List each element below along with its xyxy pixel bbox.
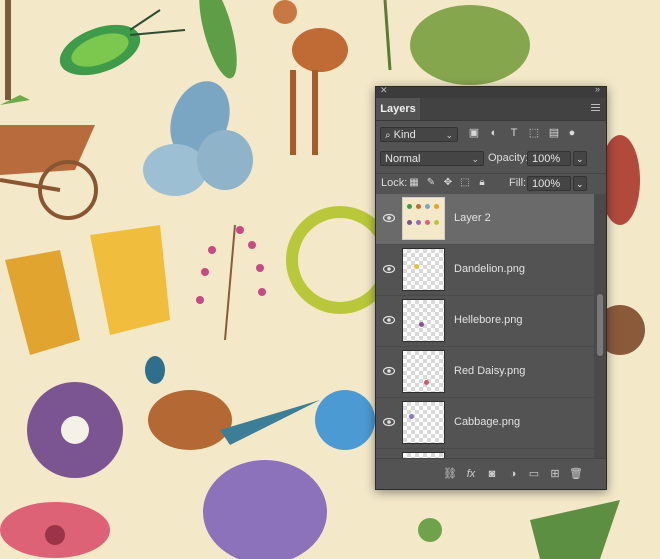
layers-panel: ✕ » Layers ⌕ Kind ⌄ ▣ ◐ T ⬚ ▤ ● Normal ⌄…	[375, 84, 607, 490]
opacity-label: Opacity:	[488, 152, 529, 164]
layer-name: Dandelion.png	[454, 263, 525, 275]
layer-name: Cabbage.png	[454, 416, 521, 428]
scrollbar-thumb[interactable]	[597, 294, 603, 356]
visibility-eye-icon[interactable]	[383, 315, 395, 325]
layer-row[interactable]: Layer 2	[376, 194, 594, 245]
new-layer-icon[interactable]: ⊞	[548, 467, 562, 481]
blend-mode-select[interactable]: Normal ⌄	[380, 151, 484, 166]
visibility-eye-icon[interactable]	[383, 417, 395, 427]
layer-row[interactable]: Hellebore.png	[376, 296, 594, 347]
opacity-dropdown[interactable]: ⌄	[573, 151, 587, 166]
chevron-down-icon: ⌄	[576, 154, 584, 164]
lock-all-icon[interactable]: 🔒︎	[476, 177, 488, 189]
layer-thumbnail	[402, 350, 445, 393]
layers-list: Layer 2 Dandelion.png Hellebore.png Red Dai…	[376, 194, 594, 458]
type-filter-icon[interactable]: T	[508, 127, 520, 139]
add-mask-icon[interactable]: ◙	[485, 467, 499, 481]
lock-artboard-icon[interactable]: ⬚	[459, 177, 471, 189]
fill-label: Fill:	[509, 177, 527, 189]
visibility-eye-icon[interactable]	[383, 264, 395, 274]
layer-row[interactable]: Red Daisy.png	[376, 347, 594, 398]
search-icon: ⌕	[385, 130, 391, 141]
chevron-down-icon: ⌄	[576, 179, 584, 189]
opacity-field[interactable]: 100%	[527, 151, 571, 166]
tab-layers[interactable]: Layers	[376, 98, 420, 120]
fx-icon[interactable]: fx	[464, 467, 478, 481]
visibility-eye-icon[interactable]	[383, 213, 395, 223]
link-layers-icon[interactable]: ⛓︎	[443, 467, 457, 481]
lock-position-icon[interactable]: ✥	[442, 177, 454, 189]
divider	[376, 173, 606, 174]
new-group-icon[interactable]: ▭	[527, 467, 541, 481]
layer-name: Layer 2	[454, 212, 491, 224]
blend-mode-value: Normal	[385, 153, 421, 165]
lock-transparent-pixels-icon[interactable]: ▦	[408, 177, 420, 189]
blend-row: Normal ⌄ Opacity: 100% ⌄	[376, 151, 606, 169]
red-daisy-illustration	[0, 502, 110, 558]
chevron-down-icon: ⌄	[445, 130, 453, 140]
panel-menu-icon[interactable]	[591, 104, 600, 112]
adjustment-filter-icon[interactable]: ◐	[488, 127, 500, 139]
lock-image-pixels-icon[interactable]: ✎	[425, 177, 437, 189]
layer-thumbnail	[402, 248, 445, 291]
visibility-eye-icon[interactable]	[383, 366, 395, 376]
layer-row[interactable]: Cabbage.png	[376, 398, 594, 449]
layer-thumbnail	[402, 197, 445, 240]
fill-value: 100%	[532, 178, 561, 190]
image-filter-icon[interactable]: ▣	[468, 127, 480, 139]
hellebore-illustration	[27, 382, 123, 478]
filter-kind-select[interactable]: ⌕ Kind ⌄	[380, 127, 458, 142]
shape-filter-icon[interactable]: ⬚	[528, 127, 540, 139]
filter-toggle-icon[interactable]: ●	[566, 127, 578, 139]
layer-thumbnail	[402, 299, 445, 342]
delete-layer-icon[interactable]: 🗑︎	[569, 467, 583, 481]
chevron-down-icon: ⌄	[471, 154, 479, 164]
panel-bottom-bar: ⛓︎ fx ◙ ◑ ▭ ⊞ 🗑︎	[376, 458, 606, 489]
smart-object-filter-icon[interactable]: ▤	[548, 127, 560, 139]
panel-tab-bar: Layers	[376, 98, 606, 121]
layer-row[interactable]: Dandelion.png	[376, 245, 594, 296]
filter-row: ⌕ Kind ⌄ ▣ ◐ T ⬚ ▤ ●	[376, 127, 606, 145]
fill-field[interactable]: 100%	[527, 176, 571, 191]
layers-scrollbar[interactable]	[594, 194, 606, 458]
fill-dropdown[interactable]: ⌄	[573, 176, 587, 191]
filter-kind-label: Kind	[393, 129, 416, 141]
collapse-panel-icon[interactable]: »	[595, 84, 600, 94]
layer-name: Hellebore.png	[454, 314, 523, 326]
adjustment-layer-icon[interactable]: ◑	[506, 467, 520, 481]
layer-thumbnail	[402, 401, 445, 444]
panel-title-strip: ✕ »	[376, 84, 606, 98]
lock-label: Lock:	[381, 177, 408, 189]
close-panel-icon[interactable]: ✕	[380, 85, 388, 96]
lock-row: Lock: ▦ ✎ ✥ ⬚ 🔒︎ Fill: 100% ⌄	[376, 176, 606, 192]
opacity-value: 100%	[532, 153, 561, 165]
layer-row[interactable]	[376, 449, 594, 458]
layer-name: Red Daisy.png	[454, 365, 526, 377]
